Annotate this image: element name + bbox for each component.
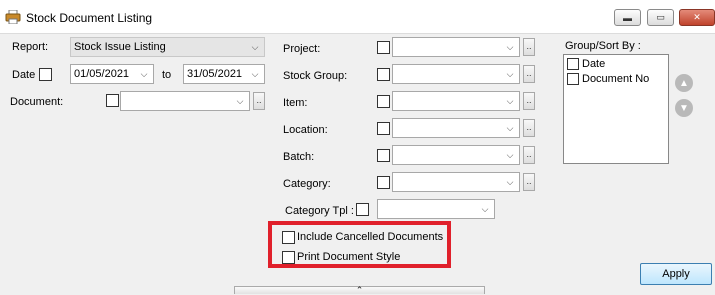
report-select[interactable]: Stock Issue Listing ⌵ [70, 37, 265, 57]
print-document-style-label[interactable]: Print Document Style [297, 251, 400, 263]
chevron-down-icon: ⌵ [506, 176, 514, 187]
stock-group-browse-button[interactable]: .. [523, 65, 535, 83]
chevron-down-icon: ⌵ [506, 68, 514, 79]
include-cancelled-checkbox[interactable] [282, 231, 295, 244]
location-checkbox[interactable] [377, 122, 390, 135]
date-checkbox[interactable] [39, 68, 52, 81]
group-date-checkbox[interactable] [567, 58, 579, 70]
maximize-button[interactable]: ▭ [647, 9, 674, 26]
project-label: Project: [283, 43, 321, 55]
date-from-picker[interactable]: 01/05/2021 ⌵ [70, 64, 154, 84]
move-up-button[interactable]: ▲ [675, 74, 693, 92]
date-to-value: 31/05/2021 [187, 68, 243, 80]
chevron-down-icon: ⌵ [506, 95, 514, 106]
print-document-style-checkbox[interactable] [282, 251, 295, 264]
batch-label: Batch: [283, 151, 315, 163]
chevron-down-icon: ⌵ [251, 41, 259, 52]
group-sort-list[interactable]: Date Document No [563, 54, 669, 164]
apply-button[interactable]: Apply [640, 263, 712, 285]
category-select[interactable]: ⌵ [392, 172, 520, 192]
item-browse-button[interactable]: .. [523, 92, 535, 110]
item-select[interactable]: ⌵ [392, 91, 520, 111]
printer-icon [5, 10, 21, 24]
date-to-picker[interactable]: 31/05/2021 ⌵ [183, 64, 265, 84]
move-down-button[interactable]: ▼ [675, 99, 693, 117]
include-cancelled-label[interactable]: Include Cancelled Documents [297, 231, 443, 243]
group-date-label: Date [582, 58, 606, 70]
category-tpl-checkbox[interactable] [356, 203, 369, 216]
group-document-no-checkbox[interactable] [567, 73, 579, 85]
item-label: Item: [283, 97, 308, 109]
location-browse-button[interactable]: .. [523, 119, 535, 137]
category-label: Category: [283, 178, 331, 190]
maximize-icon: ▭ [656, 12, 665, 22]
location-label: Location: [283, 124, 328, 136]
group-document-no-label: Document No [582, 73, 650, 85]
category-checkbox[interactable] [377, 176, 390, 189]
close-icon: ✕ [693, 12, 701, 22]
panel-splitter[interactable]: ⌃ [234, 286, 485, 295]
batch-browse-button[interactable]: .. [523, 146, 535, 164]
chevron-down-icon: ⌵ [506, 122, 514, 133]
group-sort-title: Group/Sort By : [565, 40, 641, 52]
window-title: Stock Document Listing [26, 11, 153, 25]
chevron-down-icon: ⌵ [506, 149, 514, 160]
batch-select[interactable]: ⌵ [392, 145, 520, 165]
close-button[interactable]: ✕ [679, 9, 715, 26]
document-select[interactable]: ⌵ [120, 91, 250, 111]
document-label: Document: [10, 96, 64, 108]
stock-group-checkbox[interactable] [377, 68, 390, 81]
stock-group-select[interactable]: ⌵ [392, 64, 520, 84]
document-checkbox[interactable] [106, 94, 119, 107]
item-checkbox[interactable] [377, 95, 390, 108]
location-select[interactable]: ⌵ [392, 118, 520, 138]
minimize-button[interactable]: ▬ [614, 9, 641, 26]
batch-checkbox[interactable] [377, 149, 390, 162]
list-item[interactable]: Date [567, 58, 605, 70]
arrow-up-icon: ▲ [679, 77, 689, 89]
stock-group-label: Stock Group: [283, 70, 348, 82]
project-select[interactable]: ⌵ [392, 37, 520, 57]
chevron-down-icon: ⌵ [481, 203, 489, 214]
project-checkbox[interactable] [377, 41, 390, 54]
category-tpl-label: Category Tpl : [285, 205, 354, 217]
list-item[interactable]: Document No [567, 73, 649, 85]
date-from-value: 01/05/2021 [74, 68, 130, 80]
minimize-icon: ▬ [623, 12, 632, 23]
category-browse-button[interactable]: .. [523, 173, 535, 191]
document-browse-button[interactable]: .. [253, 92, 265, 110]
to-label: to [162, 69, 172, 81]
arrow-down-icon: ▼ [679, 102, 689, 114]
date-label: Date [12, 69, 36, 81]
chevron-down-icon: ⌵ [251, 68, 259, 79]
chevron-down-icon: ⌵ [236, 95, 244, 106]
report-value: Stock Issue Listing [74, 41, 166, 53]
project-browse-button[interactable]: .. [523, 38, 535, 56]
chevron-down-icon: ⌵ [506, 41, 514, 52]
report-label: Report: [12, 41, 49, 53]
chevron-down-icon: ⌵ [140, 68, 148, 79]
category-tpl-select[interactable]: ⌵ [377, 199, 495, 219]
